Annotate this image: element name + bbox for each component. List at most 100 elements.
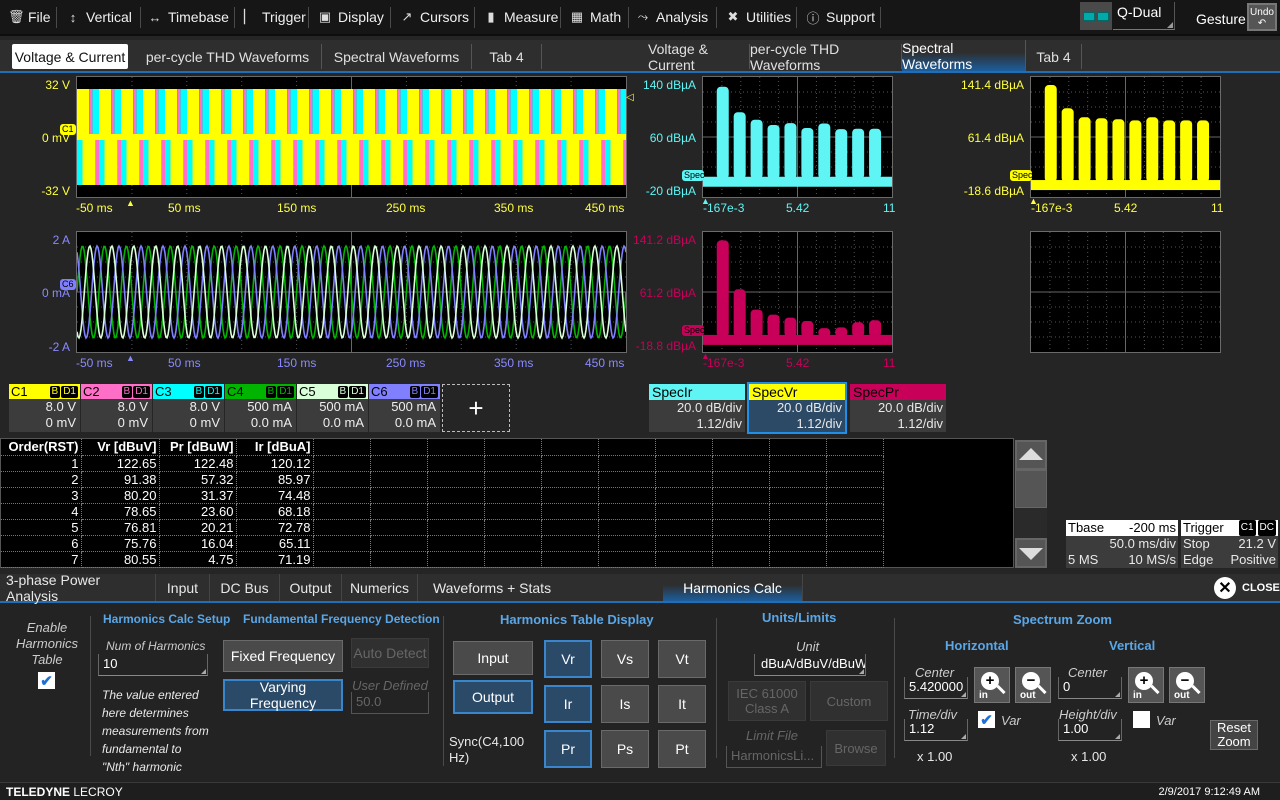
- h-center-input[interactable]: 5.420000: [904, 677, 968, 699]
- right-tab-spectral-waveforms[interactable]: Spectral Waveforms: [902, 40, 1026, 72]
- empty-grid[interactable]: [1030, 231, 1221, 353]
- reset-zoom-button[interactable]: Reset Zoom: [1210, 720, 1258, 750]
- right-tab-4[interactable]: Tab 4: [1026, 44, 1082, 69]
- table-row[interactable]: 5 76.81 20.21 72.78: [1, 519, 884, 536]
- phase-button-ps[interactable]: Ps: [601, 730, 649, 768]
- v-zoom-out-button[interactable]: − out: [1169, 667, 1205, 703]
- voltage-grid[interactable]: [76, 76, 627, 198]
- c6-trace-tag[interactable]: C6: [60, 279, 76, 290]
- phase-button-vs[interactable]: Vs: [601, 640, 649, 678]
- browse-button[interactable]: Browse: [826, 730, 886, 766]
- v-zoom-in-button[interactable]: + in: [1128, 667, 1164, 703]
- specir-trace-tag[interactable]: SpecIr: [682, 170, 704, 181]
- menu-utilities[interactable]: ✖ Utilities: [720, 0, 797, 34]
- trigger-descriptor[interactable]: Trigger C1 DC Stop 21.2 V Edge Positive: [1181, 520, 1278, 568]
- auto-detect-button[interactable]: Auto Detect: [351, 638, 429, 668]
- specpr-grid[interactable]: [702, 231, 893, 353]
- specir-grid[interactable]: [702, 76, 893, 198]
- table-scrollbar-thumb[interactable]: [1015, 470, 1047, 508]
- table-row[interactable]: 6 75.76 16.04 65.11: [1, 535, 884, 552]
- height-div-input[interactable]: 1.00: [1058, 719, 1122, 741]
- left-tab-4[interactable]: Tab 4: [472, 44, 542, 69]
- time-div-input[interactable]: 1.12: [904, 719, 968, 741]
- display-mode-select[interactable]: Q-Dual: [1113, 2, 1175, 30]
- custom-button[interactable]: Custom: [810, 681, 888, 721]
- table-header-cell[interactable]: Vr [dBuV]: [81, 439, 160, 456]
- menu-display[interactable]: ▣ Display: [312, 0, 390, 34]
- channel-descriptor-c4[interactable]: C4 B D1 500 mA 0.0 mA: [225, 384, 296, 432]
- output-button[interactable]: Output: [453, 680, 533, 714]
- table-scroll-up-button[interactable]: [1015, 440, 1047, 470]
- menu-math[interactable]: ▦ Math: [564, 0, 627, 34]
- timebase-descriptor[interactable]: Tbase -200 ms 50.0 ms/div 5 MS 10 MS/s: [1066, 520, 1178, 568]
- dialog-tab-input[interactable]: Input: [156, 574, 210, 601]
- channel-descriptor-c1[interactable]: C1 B D1 8.0 V0 mV: [9, 384, 80, 432]
- phase-button-vt[interactable]: Vt: [658, 640, 706, 678]
- c1-trace-tag[interactable]: C1: [60, 124, 76, 135]
- left-tab-thd-waveforms[interactable]: per-cycle THD Waveforms: [134, 44, 322, 69]
- phase-button-is[interactable]: Is: [601, 685, 649, 723]
- table-row[interactable]: 2 91.38 57.32 85.97: [1, 471, 884, 488]
- menu-timebase[interactable]: ↔ Timebase: [142, 0, 235, 34]
- h-zoom-out-button[interactable]: − out: [1015, 667, 1051, 703]
- left-tab-spectral-waveforms[interactable]: Spectral Waveforms: [322, 44, 472, 69]
- channel-descriptor-c6[interactable]: C6 B D1 500 mA 0.0 mA: [369, 384, 440, 432]
- v-center-input[interactable]: 0: [1058, 677, 1122, 699]
- limit-file-input[interactable]: HarmonicsLi...: [726, 746, 822, 768]
- phase-button-it[interactable]: It: [658, 685, 706, 723]
- input-button[interactable]: Input: [453, 641, 533, 675]
- table-row[interactable]: 7 80.55 4.75 71.19: [1, 551, 884, 568]
- phase-button-pt[interactable]: Pt: [658, 730, 706, 768]
- menu-measure[interactable]: ▮ Measure: [478, 0, 564, 34]
- spec-pr-descriptor[interactable]: SpecPr 20.0 dB/div 1.12/div: [850, 384, 946, 432]
- menu-cursors[interactable]: ↗ Cursors: [394, 0, 475, 34]
- right-tab-thd-waveforms[interactable]: per-cycle THD Waveforms: [750, 41, 902, 73]
- specvr-trace-tag[interactable]: SpecVr: [1010, 170, 1032, 181]
- varying-frequency-button[interactable]: Varying Frequency: [223, 679, 343, 711]
- spec-vr-descriptor[interactable]: SpecVr 20.0 dB/div 1.12/div: [747, 382, 847, 434]
- menu-file[interactable]: 🗑︎ File: [2, 0, 57, 34]
- dual-grid-icon[interactable]: [1080, 2, 1112, 30]
- table-header-cell[interactable]: Ir [dBuA]: [236, 439, 314, 456]
- table-header-cell[interactable]: Pr [dBuW]: [159, 439, 237, 456]
- menu-analysis[interactable]: ⤳ Analysis: [630, 0, 714, 34]
- table-scrollbar-track[interactable]: [1015, 508, 1047, 538]
- add-trace-button[interactable]: +: [442, 384, 510, 432]
- enable-harmonics-checkbox[interactable]: ✔: [38, 672, 55, 690]
- table-header-cell[interactable]: Order(RST): [1, 439, 82, 456]
- user-defined-frequency-input[interactable]: 50.0: [351, 692, 429, 714]
- left-tab-voltage-current[interactable]: Voltage & Current: [12, 44, 128, 69]
- h-zoom-in-button[interactable]: + in: [974, 667, 1010, 703]
- specvr-grid[interactable]: [1030, 76, 1221, 198]
- channel-descriptor-c5[interactable]: C5 B D1 500 mA 0.0 mA: [297, 384, 368, 432]
- dialog-tab-harmonics-calc[interactable]: Harmonics Calc: [663, 574, 803, 601]
- phase-button-vr[interactable]: Vr: [544, 640, 592, 678]
- undo-button[interactable]: Undo ↶: [1247, 3, 1277, 31]
- current-grid[interactable]: [76, 231, 627, 353]
- num-harmonics-input[interactable]: 10: [98, 654, 208, 676]
- v-var-checkbox[interactable]: [1133, 711, 1150, 728]
- channel-descriptor-c2[interactable]: C2 B D1 8.0 V0 mV: [81, 384, 152, 432]
- menu-trigger[interactable]: ▏ Trigger: [236, 0, 312, 34]
- table-row[interactable]: 3 80.20 31.37 74.48: [1, 487, 884, 504]
- dialog-tab-3-phase-power[interactable]: 3-phase Power Analysis: [6, 572, 156, 604]
- channel-descriptor-c3[interactable]: C3 B D1 8.0 V0 mV: [153, 384, 224, 432]
- table-row[interactable]: 1 122.65 122.48 120.12: [1, 455, 884, 472]
- dialog-tab-waveforms-stats[interactable]: Waveforms + Stats: [418, 574, 666, 601]
- table-row[interactable]: 4 78.65 23.60 68.18: [1, 503, 884, 520]
- dialog-tab-output[interactable]: Output: [280, 574, 342, 601]
- h-var-checkbox[interactable]: ✔: [978, 711, 995, 729]
- iec-61000-button[interactable]: IEC 61000 Class A: [728, 681, 806, 721]
- specpr-trace-tag[interactable]: SpecPr: [682, 325, 704, 336]
- spec-ir-descriptor[interactable]: SpecIr 20.0 dB/div 1.12/div: [649, 384, 745, 432]
- menu-support[interactable]: ⓘ Support: [800, 0, 881, 34]
- close-dialog-button[interactable]: ✕ CLOSE: [1214, 577, 1280, 599]
- unit-select[interactable]: dBuA/dBuV/dBuW: [754, 654, 866, 676]
- dialog-tab-dc-bus[interactable]: DC Bus: [210, 574, 280, 601]
- table-scroll-down-button[interactable]: [1015, 538, 1047, 568]
- right-tab-voltage-current[interactable]: Voltage & Current: [648, 41, 750, 73]
- phase-button-ir[interactable]: Ir: [544, 685, 592, 723]
- menu-vertical[interactable]: ↕ Vertical: [60, 0, 138, 34]
- phase-button-pr[interactable]: Pr: [544, 730, 592, 768]
- dialog-tab-numerics[interactable]: Numerics: [342, 574, 418, 601]
